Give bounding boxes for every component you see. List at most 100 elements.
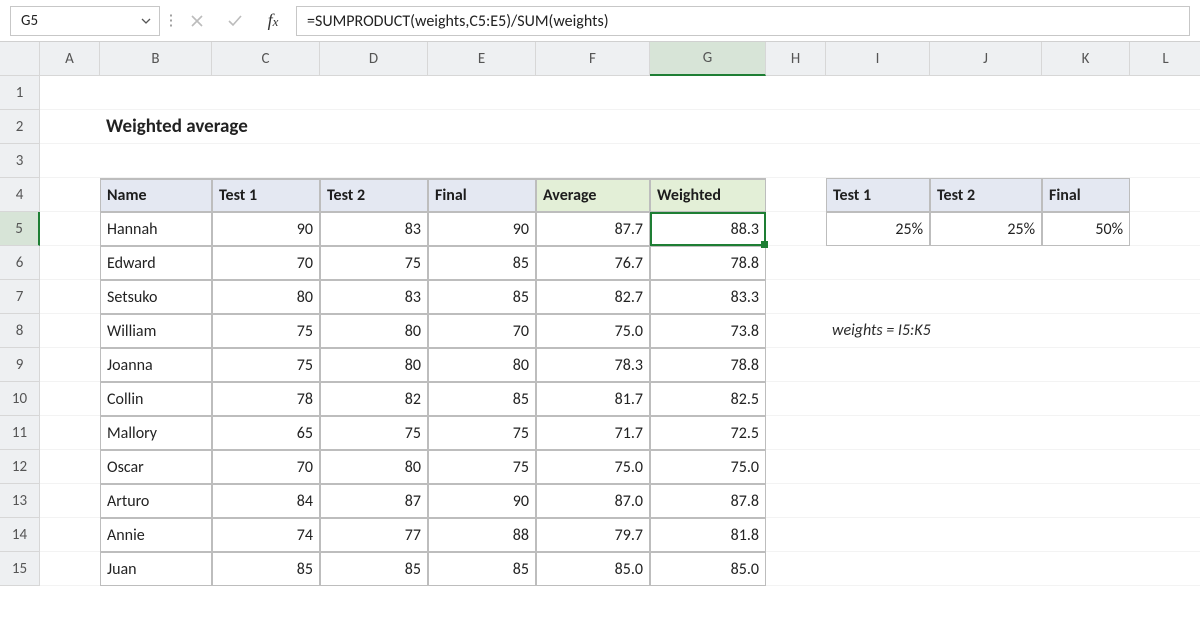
name-cell[interactable]: Juan: [100, 552, 212, 586]
score-cell[interactable]: 80: [212, 280, 320, 314]
score-cell[interactable]: 75: [212, 348, 320, 382]
score-cell[interactable]: 85: [320, 552, 428, 586]
score-cell[interactable]: 75.0: [650, 450, 766, 484]
cell[interactable]: [1042, 450, 1130, 484]
score-cell[interactable]: 88: [428, 518, 536, 552]
row-header[interactable]: 11: [0, 416, 40, 450]
cell[interactable]: [1042, 280, 1130, 314]
score-cell[interactable]: 70: [428, 314, 536, 348]
column-header[interactable]: E: [428, 42, 536, 76]
cell[interactable]: [1042, 484, 1130, 518]
cell[interactable]: [766, 416, 826, 450]
column-header[interactable]: C: [212, 42, 320, 76]
score-cell[interactable]: 85.0: [650, 552, 766, 586]
cell[interactable]: [766, 246, 826, 280]
score-cell[interactable]: 87.7: [536, 212, 650, 246]
column-header[interactable]: J: [930, 42, 1042, 76]
score-cell[interactable]: 77: [320, 518, 428, 552]
cell[interactable]: [1130, 348, 1200, 382]
cell[interactable]: [930, 552, 1042, 586]
cell[interactable]: [826, 76, 930, 110]
row-header[interactable]: 14: [0, 518, 40, 552]
cell[interactable]: [930, 246, 1042, 280]
cell[interactable]: [536, 110, 650, 144]
cell[interactable]: [1130, 450, 1200, 484]
column-header[interactable]: A: [40, 42, 100, 76]
cell[interactable]: [766, 178, 826, 212]
cell[interactable]: [536, 76, 650, 110]
score-cell[interactable]: 75: [320, 246, 428, 280]
score-cell[interactable]: 84: [212, 484, 320, 518]
cell[interactable]: [40, 144, 100, 178]
cell[interactable]: [1042, 348, 1130, 382]
column-header[interactable]: B: [100, 42, 212, 76]
cell[interactable]: [826, 110, 930, 144]
cell[interactable]: [1042, 76, 1130, 110]
score-cell[interactable]: 85.0: [536, 552, 650, 586]
score-cell[interactable]: 73.8: [650, 314, 766, 348]
cell[interactable]: [1130, 382, 1200, 416]
cell[interactable]: [40, 450, 100, 484]
score-cell[interactable]: 65: [212, 416, 320, 450]
cell[interactable]: [826, 484, 930, 518]
cell[interactable]: [1130, 416, 1200, 450]
score-cell[interactable]: 78.8: [650, 246, 766, 280]
cell[interactable]: [100, 144, 212, 178]
score-cell[interactable]: 83: [320, 212, 428, 246]
cell[interactable]: [826, 280, 930, 314]
score-cell[interactable]: 75: [320, 416, 428, 450]
cell[interactable]: [766, 382, 826, 416]
cell[interactable]: [428, 144, 536, 178]
formula-input[interactable]: =SUMPRODUCT(weights,C5:E5)/SUM(weights): [296, 6, 1190, 36]
cell[interactable]: [40, 76, 100, 110]
cell[interactable]: [766, 518, 826, 552]
cell[interactable]: [766, 552, 826, 586]
cell[interactable]: [650, 144, 766, 178]
score-cell[interactable]: 80: [320, 450, 428, 484]
score-cell[interactable]: 79.7: [536, 518, 650, 552]
column-header[interactable]: G: [650, 42, 766, 76]
score-cell[interactable]: 75: [428, 416, 536, 450]
cell[interactable]: [930, 518, 1042, 552]
row-header[interactable]: 3: [0, 144, 40, 178]
cell[interactable]: [766, 144, 826, 178]
cell[interactable]: [428, 76, 536, 110]
score-cell[interactable]: 83: [320, 280, 428, 314]
name-cell[interactable]: Joanna: [100, 348, 212, 382]
score-cell[interactable]: 83.3: [650, 280, 766, 314]
row-header[interactable]: 8: [0, 314, 40, 348]
score-cell[interactable]: 76.7: [536, 246, 650, 280]
weights-cell[interactable]: 25%: [826, 212, 930, 246]
cell[interactable]: [40, 348, 100, 382]
cell[interactable]: [1130, 280, 1200, 314]
spreadsheet-grid[interactable]: ABCDEFGHIJKL12Weighted average34NameTest…: [0, 42, 1200, 586]
cell[interactable]: [536, 144, 650, 178]
score-cell[interactable]: 85: [428, 280, 536, 314]
cell[interactable]: [40, 110, 100, 144]
cell[interactable]: [930, 416, 1042, 450]
cell[interactable]: [1042, 416, 1130, 450]
row-header[interactable]: 7: [0, 280, 40, 314]
column-header[interactable]: L: [1130, 42, 1200, 76]
cell[interactable]: [930, 348, 1042, 382]
select-all-corner[interactable]: [0, 42, 40, 76]
cell[interactable]: [40, 382, 100, 416]
cell[interactable]: [826, 382, 930, 416]
cell[interactable]: [1042, 110, 1130, 144]
cell[interactable]: [40, 518, 100, 552]
cell[interactable]: [766, 314, 826, 348]
row-header[interactable]: 13: [0, 484, 40, 518]
cell[interactable]: [1042, 246, 1130, 280]
score-cell[interactable]: 78.8: [650, 348, 766, 382]
cell[interactable]: [40, 280, 100, 314]
score-cell[interactable]: 78: [212, 382, 320, 416]
cell[interactable]: [1130, 144, 1200, 178]
score-cell[interactable]: 85: [428, 246, 536, 280]
score-cell[interactable]: 87: [320, 484, 428, 518]
cell[interactable]: [40, 212, 100, 246]
weights-cell[interactable]: 25%: [930, 212, 1042, 246]
name-cell[interactable]: Collin: [100, 382, 212, 416]
score-cell[interactable]: 88.3: [650, 212, 766, 246]
cell[interactable]: [930, 382, 1042, 416]
cell[interactable]: [1130, 518, 1200, 552]
